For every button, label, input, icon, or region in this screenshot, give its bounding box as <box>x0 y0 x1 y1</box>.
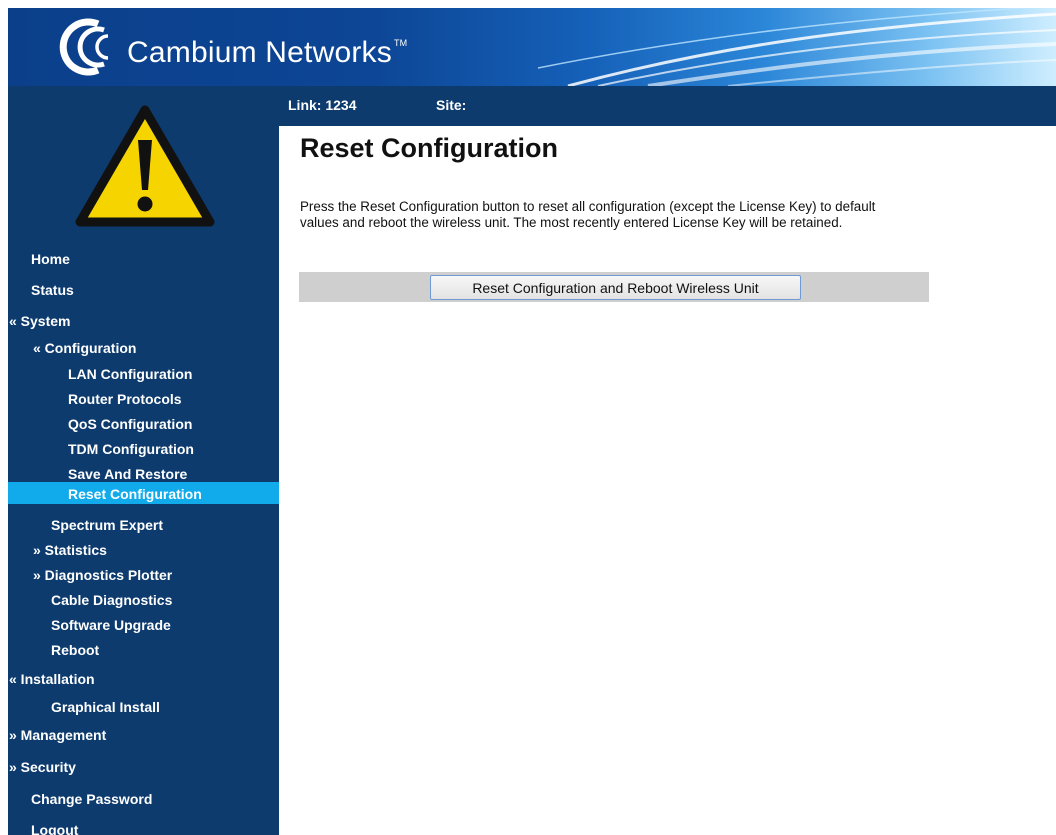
sidebar-item-save-and-restore[interactable]: Save And Restore <box>68 466 187 482</box>
sidebar-item-router-protocols[interactable]: Router Protocols <box>68 391 182 407</box>
sidebar-item-graphical-install[interactable]: Graphical Install <box>51 699 160 715</box>
page-title: Reset Configuration <box>300 133 559 163</box>
reset-description: Press the Reset Configuration button to … <box>300 199 876 230</box>
sidebar-item-spectrum-expert[interactable]: Spectrum Expert <box>51 517 163 533</box>
sidebar-item-system[interactable]: « System <box>9 313 70 329</box>
sidebar-item-home[interactable]: Home <box>31 251 70 267</box>
sidebar-item-statistics[interactable]: » Statistics <box>33 542 107 558</box>
sidebar-item-status[interactable]: Status <box>31 282 74 298</box>
sidebar-item-management[interactable]: » Management <box>9 727 106 743</box>
banner-swoosh-graphic <box>537 8 1056 86</box>
sidebar-item-qos-configuration[interactable]: QoS Configuration <box>68 416 192 432</box>
cambium-logo-icon <box>59 18 109 76</box>
sidebar-item-software-upgrade[interactable]: Software Upgrade <box>51 617 171 633</box>
trademark-mark: TM <box>393 38 408 48</box>
sidebar-item-configuration[interactable]: « Configuration <box>33 340 136 356</box>
sidebar-item-security[interactable]: » Security <box>9 759 76 775</box>
sidebar-item-change-password[interactable]: Change Password <box>31 791 152 807</box>
sidebar-item-logout[interactable]: Logout <box>31 822 78 835</box>
page-frame: Cambium Networks TM Link: 1234 Site: Home… <box>8 8 1056 835</box>
sidebar-item-tdm-configuration[interactable]: TDM Configuration <box>68 441 194 457</box>
sidebar-item-lan-configuration[interactable]: LAN Configuration <box>68 366 192 382</box>
sidebar-nav: Home Status « System « Configuration LAN… <box>8 105 279 835</box>
button-bar: Reset Configuration and Reboot Wireless … <box>299 272 929 302</box>
sidebar-item-installation[interactable]: « Installation <box>9 671 95 687</box>
sidebar-item-cable-diagnostics[interactable]: Cable Diagnostics <box>51 592 172 608</box>
header-banner: Cambium Networks TM <box>8 8 1056 86</box>
sidebar-item-diagnostics-plotter[interactable]: » Diagnostics Plotter <box>33 567 172 583</box>
reset-and-reboot-button[interactable]: Reset Configuration and Reboot Wireless … <box>430 275 801 300</box>
link-name: Link: 1234 <box>288 97 357 113</box>
sidebar-item-reset-configuration[interactable]: Reset Configuration <box>8 482 279 504</box>
brand-name: Cambium Networks TM <box>127 36 408 69</box>
warning-icon <box>75 105 215 227</box>
site-name: Site: <box>436 97 467 113</box>
sidebar-item-reboot[interactable]: Reboot <box>51 642 99 658</box>
sidebar-item-label: Reset Configuration <box>68 486 202 502</box>
